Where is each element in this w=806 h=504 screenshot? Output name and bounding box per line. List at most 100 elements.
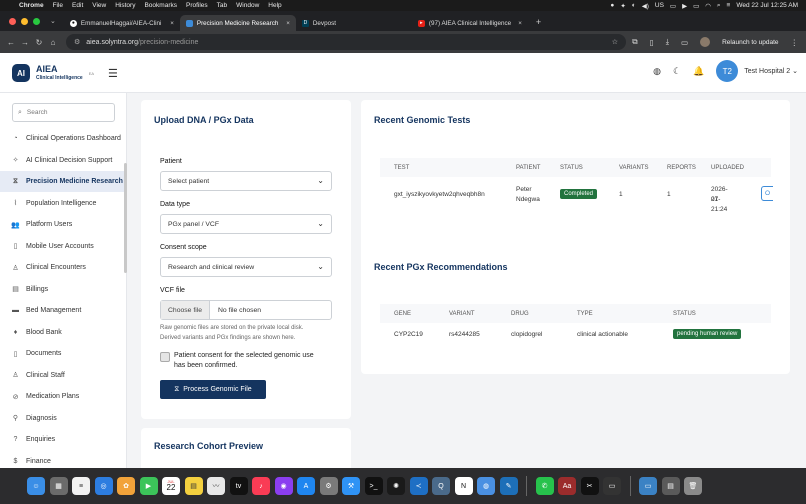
freeform-icon[interactable]: 〰 [207,477,225,495]
patient-select[interactable]: Select patient ⌄ [160,171,332,191]
sidebar-item-clinical-staff[interactable]: ♙ Clinical Staff [0,365,125,386]
safari-icon[interactable]: ◎ [94,477,113,495]
tab-precision-medicine[interactable]: Precision Medicine Research × [179,15,296,31]
sidebar-item-billings[interactable]: ▤ Billings [0,279,125,300]
calendar-icon[interactable]: JUL 22 [162,477,180,495]
minimize-window-button[interactable] [21,18,28,25]
download-icon[interactable]: ⤓ [666,37,669,47]
menu-profiles[interactable]: Profiles [186,2,208,9]
vscode-icon[interactable]: ≺ [409,477,428,495]
back-arrow-icon[interactable]: ← [4,38,18,47]
datatype-select[interactable]: PGx panel / VCF ⌄ [160,214,332,234]
sidebar-item-finance[interactable]: $ Finance [0,451,125,469]
language-globe-icon[interactable]: ◍ [653,66,661,77]
reload-icon[interactable]: ↻ [32,38,46,47]
notification-bell-icon[interactable]: 🔔 [693,66,704,77]
xcode-icon[interactable]: ⚒ [342,477,360,495]
sidebar-item-mobile-user-accounts[interactable]: ▯ Mobile User Accounts [0,236,125,257]
controls-icon[interactable]: ◐ [632,2,636,9]
play-icon[interactable]: ▶ [682,2,687,10]
process-genomic-file-button[interactable]: ⧖ Process Genomic File [160,380,266,399]
consent-checkbox[interactable] [160,352,170,362]
more-menu-icon[interactable]: ⋮ [791,38,799,47]
apple-tv-icon[interactable]: tv [229,477,248,495]
finder-icon[interactable]: ☺ [27,477,45,495]
table-row[interactable]: CYP2C19 rs4244285 clopidogrel clinical a… [380,325,771,345]
downloads-folder-icon[interactable]: ▭ [639,477,657,495]
sidebar-item-blood-bank[interactable]: ♦ Blood Bank [0,322,125,343]
tab-close-icon[interactable]: × [518,20,522,27]
menu-bookmarks[interactable]: Bookmarks [144,2,177,9]
wifi-icon[interactable]: ◠ [705,2,711,10]
extensions-icon[interactable]: ⧉ [632,37,637,47]
sidebar-item-precision-medicine-research[interactable]: ⧖ Precision Medicine Research [0,171,125,192]
vcf-file-input[interactable]: Choose file No file chosen [160,300,332,320]
open-test-button[interactable]: O [761,186,773,201]
sidepanel-icon[interactable]: ▯ [650,38,654,47]
sidebar-item-ai-clinical-decision-support[interactable]: ✧ AI Clinical Decision Support [0,150,125,171]
close-window-button[interactable] [9,18,16,25]
menu-file[interactable]: File [53,2,63,9]
sidebar-item-population-intelligence[interactable]: ⌇ Population Intelligence [0,193,125,214]
consent-scope-select[interactable]: Research and clinical review ⌄ [160,257,332,277]
profile-avatar[interactable] [700,37,711,47]
menu-view[interactable]: View [92,2,106,9]
reminders-icon[interactable]: ≡ [72,477,90,495]
record-icon[interactable]: ● [610,2,614,9]
menu-history[interactable]: History [115,2,135,9]
chatgpt-icon[interactable]: ✺ [387,477,405,495]
music-icon[interactable]: ♪ [252,477,270,495]
app-logo[interactable]: AI AIEA Clinical Intelligence EA [12,64,94,82]
menu-toggle-icon[interactable]: ☰ [108,67,118,80]
whatsapp-icon[interactable]: ✆ [535,477,554,495]
sidebar-item-platform-users[interactable]: 👥 Platform Users [0,214,125,235]
relaunch-button[interactable]: Relaunch to update [722,39,778,46]
bookmark-star-icon[interactable]: ☆ [612,38,618,46]
trash-icon[interactable]: 🗑 [684,477,702,495]
control-center-icon[interactable]: ≡ [727,2,731,9]
launchpad-icon[interactable]: ▦ [49,477,68,495]
sidebar-scrollbar[interactable] [124,163,127,273]
sidebar-item-clinical-operations-dashboard[interactable]: ◔ Clinical Operations Dashboard [0,128,125,149]
podcasts-icon[interactable]: ◉ [274,477,293,495]
menu-edit[interactable]: Edit [72,2,83,9]
menu-help[interactable]: Help [268,2,281,9]
tab-close-icon[interactable]: × [286,20,290,27]
user-avatar[interactable]: T2 [716,60,739,82]
system-settings-icon[interactable]: ⚙ [319,477,338,495]
menu-window[interactable]: Window [236,2,259,9]
app-store-icon[interactable]: A [297,477,315,495]
home-icon[interactable]: ⌂ [46,38,60,47]
tab-close-icon[interactable]: × [170,20,174,27]
dark-mode-moon-icon[interactable]: ☾ [673,66,681,77]
chrome-icon[interactable]: ◍ [477,477,495,495]
tab-groups-icon[interactable]: ▭ [681,38,688,47]
facetime-icon[interactable]: ▶ [139,477,158,495]
new-tab-button[interactable]: + [536,17,541,27]
input-source-badge[interactable]: US [655,2,664,9]
notes-icon[interactable]: ▤ [184,477,203,495]
capcut-icon[interactable]: ✂ [580,477,599,495]
sidebar-item-bed-management[interactable]: ▬ Bed Management [0,300,125,321]
display-icon[interactable]: ▭ [670,2,676,10]
menubar-clock[interactable]: Wed 22 Jul 12:25 AM [736,2,798,9]
sidebar-item-medication-plans[interactable]: ⊘ Medication Plans [0,386,125,407]
dictionary-icon[interactable]: Aa [558,477,576,495]
sidebar-item-diagnosis[interactable]: ⚲ Diagnosis [0,408,125,429]
hospital-switcher[interactable]: Test Hospital 2 ⌄ [744,67,798,75]
spotlight-icon[interactable]: ⌕ [717,2,721,10]
volume-icon[interactable]: ◀) [642,2,649,10]
photos-icon[interactable]: ✿ [117,477,135,495]
preview-icon[interactable]: ✎ [499,477,518,495]
sidebar-search[interactable]: ⌕ Search [12,103,115,122]
tab-github[interactable]: ● EmmanuelHaggai/AIEA-Clini × [64,15,180,31]
battery-icon[interactable]: ▭ [693,2,699,10]
menu-tab[interactable]: Tab [217,2,227,9]
tab-devpost[interactable]: D Devpost [296,15,412,31]
address-bar[interactable]: ⚙ aiea.solyntra.org/precision-medicine ☆ [66,34,626,50]
menu-app-chrome[interactable]: Chrome [19,2,44,9]
recent-files-icon[interactable]: ▤ [661,477,680,495]
quicktime-icon[interactable]: Q [432,477,450,495]
table-row[interactable]: gxt_iyszikyovkyetw2qhveqbh8n Peter Ndegwa… [380,180,773,213]
sparkle-icon[interactable]: ✦ [620,2,625,10]
